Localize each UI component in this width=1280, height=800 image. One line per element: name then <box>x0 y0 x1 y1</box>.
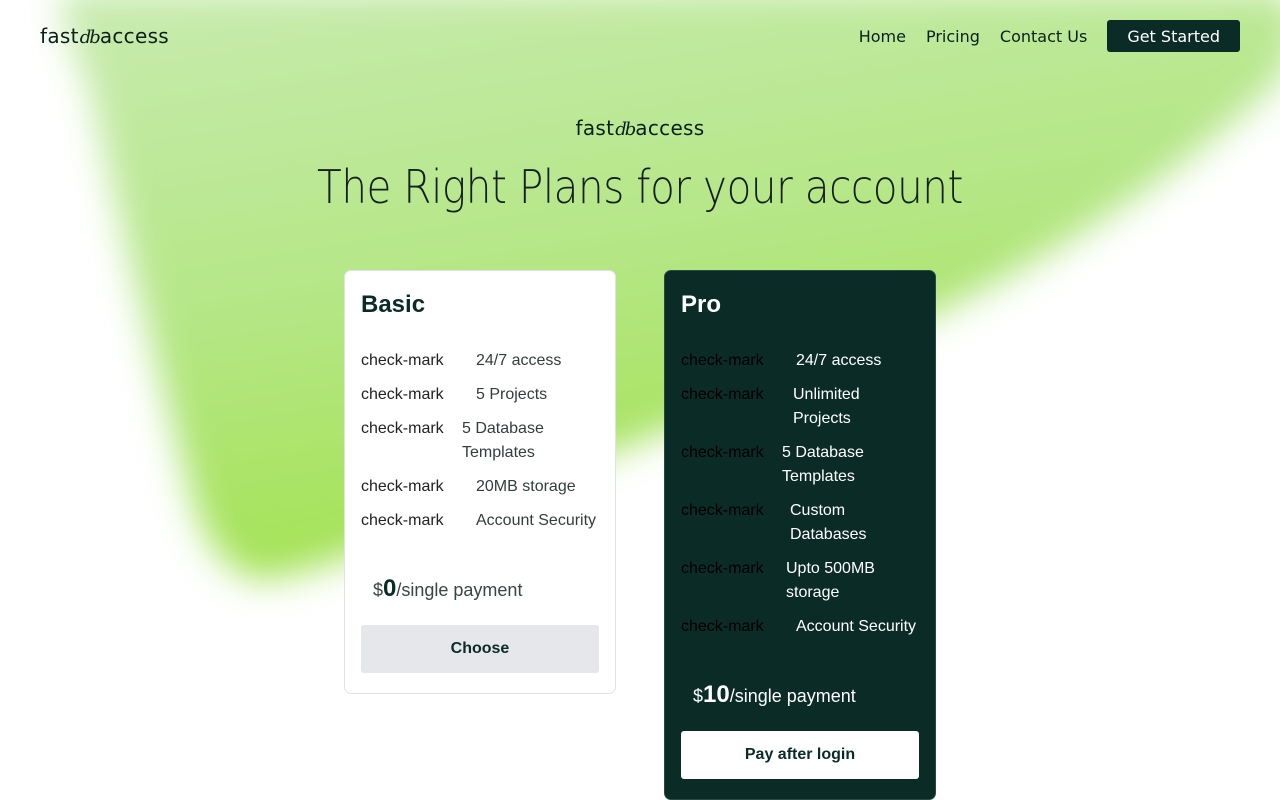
feature-text: 24/7 access <box>796 352 882 369</box>
logo-text-fast: fast <box>40 24 79 48</box>
nav-link-contact[interactable]: Contact Us <box>1000 27 1087 46</box>
feature-list: check-mark 24/7 access check-mark 5 Proj… <box>361 349 599 533</box>
feature-item: check-mark 5 Projects <box>361 383 599 407</box>
plan-card-basic: Basic check-mark 24/7 access check-mark … <box>344 270 616 694</box>
feature-text: 5 Projects <box>476 386 548 403</box>
top-nav: fast db access Home Pricing Contact Us G… <box>0 0 1280 72</box>
plan-card-pro: Pro check-mark 24/7 access check-mark Un… <box>664 270 936 800</box>
page-title: The Right Plans for your account <box>317 160 963 214</box>
check-mark-icon: check-mark <box>681 352 764 369</box>
nav-link-pricing[interactable]: Pricing <box>926 27 980 46</box>
feature-text: 24/7 access <box>476 352 562 369</box>
feature-text: Upto 500MB storage <box>786 560 875 601</box>
check-mark-icon: check-mark <box>361 512 444 529</box>
feature-text: Custom Databases <box>790 502 867 543</box>
check-mark-icon: check-mark <box>681 560 764 577</box>
plan-price: $ 10 /single payment <box>693 681 856 709</box>
check-mark-icon: check-mark <box>361 478 444 495</box>
feature-item: check-mark Account Security <box>361 509 599 533</box>
feature-item: check-mark 5 Database Templates <box>361 417 599 465</box>
logo-text-access: access <box>99 24 170 48</box>
feature-text: Account Security <box>796 618 917 635</box>
feature-item: check-mark Unlimited Projects <box>681 383 919 431</box>
feature-text: Account Security <box>476 512 597 529</box>
feature-item: check-mark Account Security <box>681 615 919 639</box>
check-mark-icon: check-mark <box>361 386 444 403</box>
price-amount: 10 <box>703 681 730 708</box>
price-currency: $ <box>693 686 704 706</box>
feature-item: check-mark 5 Database Templates <box>681 441 919 489</box>
nav-links: Home Pricing Contact Us Get Started <box>859 20 1240 52</box>
hero-logo: fast db access <box>575 116 704 140</box>
logo-text-access: access <box>635 116 705 140</box>
check-mark-icon: check-mark <box>681 618 764 635</box>
price-period: /single payment <box>729 686 856 706</box>
price-currency: $ <box>373 580 384 600</box>
feature-text: 5 Database Templates <box>782 444 864 485</box>
feature-item: check-mark Upto 500MB storage <box>681 557 919 605</box>
check-mark-icon: check-mark <box>361 420 444 437</box>
check-mark-icon: check-mark <box>681 386 764 403</box>
logo-text-fast: fast <box>575 116 615 140</box>
plan-title: Pro <box>681 291 722 318</box>
check-mark-icon: check-mark <box>681 444 764 461</box>
plan-price: $ 0 /single payment <box>373 575 522 603</box>
logo-text-db: db <box>615 119 636 140</box>
background-blob <box>60 0 1280 580</box>
plan-title: Basic <box>361 291 426 318</box>
check-mark-icon: check-mark <box>361 352 444 369</box>
feature-text: 5 Database Templates <box>462 420 544 461</box>
get-started-button[interactable]: Get Started <box>1107 20 1240 52</box>
logo-text-db: db <box>79 27 101 48</box>
feature-item: check-mark 24/7 access <box>361 349 599 373</box>
brand-logo[interactable]: fast db access <box>40 24 169 48</box>
feature-item: check-mark 24/7 access <box>681 349 919 373</box>
feature-text: 20MB storage <box>476 478 576 495</box>
feature-list: check-mark 24/7 access check-mark Unlimi… <box>681 349 919 639</box>
choose-basic-button[interactable]: Choose <box>361 625 599 673</box>
feature-item: check-mark 20MB storage <box>361 475 599 499</box>
pay-after-login-button[interactable]: Pay after login <box>681 731 919 779</box>
check-mark-icon: check-mark <box>681 502 764 519</box>
hero-logo-wrap: fast db access <box>0 116 1280 140</box>
price-amount: 0 <box>383 575 397 602</box>
price-period: /single payment <box>396 580 523 600</box>
pricing-page: fast db access Home Pricing Contact Us G… <box>0 0 1280 800</box>
feature-item: check-mark Custom Databases <box>681 499 919 547</box>
nav-link-home[interactable]: Home <box>859 27 906 46</box>
feature-text: Unlimited Projects <box>793 386 860 427</box>
